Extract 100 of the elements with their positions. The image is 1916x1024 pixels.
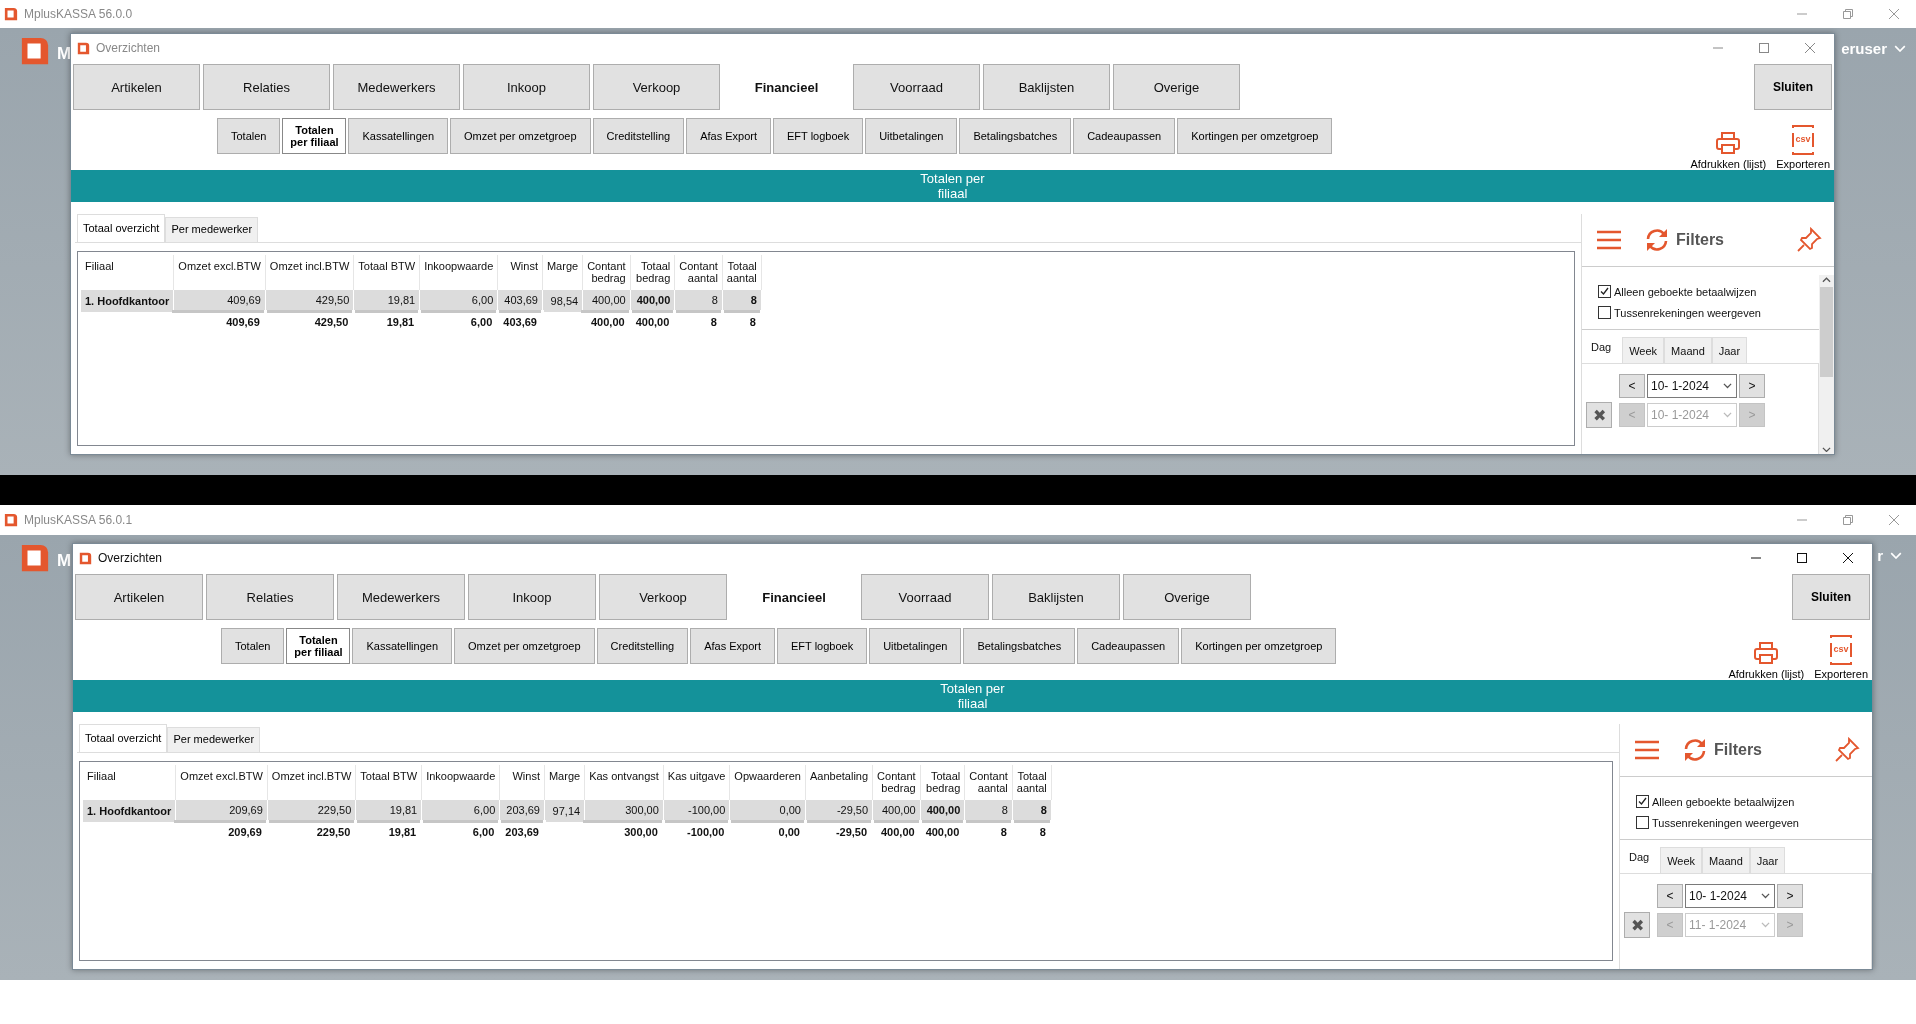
main-tab[interactable]: Inkoop bbox=[463, 64, 590, 110]
sub-tab[interactable]: Totalen per filiaal bbox=[282, 118, 347, 154]
table-cell: 97,14 bbox=[544, 800, 585, 822]
sub-tab[interactable]: Afas Export bbox=[690, 628, 775, 664]
previous-button[interactable]: < bbox=[1619, 374, 1645, 398]
main-tab[interactable]: Artikelen bbox=[73, 64, 200, 110]
table-cell: 6,00 bbox=[419, 290, 498, 312]
sub-tab[interactable]: Uitbetalingen bbox=[869, 628, 962, 664]
pin-icon[interactable] bbox=[1796, 227, 1822, 253]
sub-tab[interactable]: Totalen bbox=[217, 118, 281, 154]
restore-icon[interactable] bbox=[1842, 8, 1854, 20]
main-tab[interactable]: Artikelen bbox=[75, 574, 203, 620]
main-tab[interactable]: Overige bbox=[1123, 574, 1251, 620]
app-title: MplusKASSA 56.0.0 bbox=[24, 7, 133, 21]
main-tab[interactable]: Medewerkers bbox=[337, 574, 465, 620]
pin-icon[interactable] bbox=[1834, 737, 1860, 763]
sub-tab[interactable]: EFT logboek bbox=[773, 118, 864, 154]
sub-tab[interactable]: Kortingen per omzetgroep bbox=[1181, 628, 1337, 664]
sub-tab[interactable]: Kortingen per omzetgroep bbox=[1177, 118, 1333, 154]
sub-tab[interactable]: EFT logboek bbox=[777, 628, 868, 664]
export-button[interactable]: csv Exporteren bbox=[1776, 125, 1830, 170]
close-button[interactable]: Sluiten bbox=[1754, 64, 1832, 110]
sub-tab[interactable]: Kassatellingen bbox=[348, 118, 449, 154]
date-field[interactable]: 10- 1-2024 bbox=[1647, 374, 1737, 398]
table-cell: 429,50 bbox=[265, 290, 354, 312]
view-tab[interactable]: Per medewerker bbox=[167, 727, 261, 752]
scroll-up-icon[interactable] bbox=[1822, 277, 1831, 283]
checkbox[interactable] bbox=[1636, 816, 1649, 829]
main-tab[interactable]: Overige bbox=[1113, 64, 1240, 110]
table-row[interactable]: 1. Hoofdkantoor 409,69 429,50 19,81 6,00 403,69 98,54 400,00 400,00 8 8 bbox=[81, 290, 762, 312]
checkbox-option[interactable]: Tussenrekeningen weergeven bbox=[1636, 816, 1856, 829]
app-title: MplusKASSA 56.0.1 bbox=[24, 513, 133, 527]
menu-icon[interactable] bbox=[1634, 740, 1660, 760]
period-tab[interactable]: Week bbox=[1622, 337, 1665, 363]
main-tab[interactable]: Inkoop bbox=[468, 574, 596, 620]
sub-tab[interactable]: Creditstelling bbox=[592, 118, 685, 154]
main-tab[interactable]: Medewerkers bbox=[333, 64, 460, 110]
app-name: M bbox=[57, 44, 72, 64]
main-tab[interactable]: Relaties bbox=[203, 64, 330, 110]
window-title: Overzichten bbox=[96, 41, 161, 55]
sub-tab[interactable]: Totalen per filiaal bbox=[286, 628, 351, 664]
app-icon bbox=[79, 551, 92, 565]
close-button[interactable]: Sluiten bbox=[1792, 574, 1870, 620]
printer-icon bbox=[1753, 641, 1780, 665]
table-cell: 409,69 bbox=[173, 290, 266, 312]
scrollbar[interactable] bbox=[1819, 275, 1834, 454]
sub-tab[interactable]: Afas Export bbox=[686, 118, 771, 154]
main-tab[interactable]: Baklijsten bbox=[983, 64, 1110, 110]
sub-tab[interactable]: Betalingsbatches bbox=[963, 628, 1076, 664]
maximize-icon[interactable] bbox=[1796, 552, 1808, 564]
sub-tab[interactable]: Omzet per omzetgroep bbox=[450, 118, 591, 154]
menu-icon[interactable] bbox=[1596, 230, 1622, 250]
sub-tab[interactable]: Uitbetalingen bbox=[865, 118, 958, 154]
view-tab[interactable]: Totaal overzicht bbox=[79, 724, 168, 752]
date-field[interactable]: 10- 1-2024 bbox=[1685, 884, 1775, 908]
scroll-down-icon[interactable] bbox=[1822, 446, 1831, 452]
main-tab[interactable]: Voorraad bbox=[861, 574, 989, 620]
previous-button[interactable]: < bbox=[1657, 884, 1683, 908]
main-tab[interactable]: Verkoop bbox=[593, 64, 720, 110]
clear-button[interactable]: ✖ bbox=[1624, 912, 1650, 938]
restore-icon[interactable] bbox=[1842, 514, 1854, 526]
print-button[interactable]: Afdrukken (lijst) bbox=[1690, 131, 1767, 170]
period-tab[interactable]: Week bbox=[1660, 847, 1703, 873]
main-tab[interactable]: Voorraad bbox=[853, 64, 980, 110]
print-button[interactable]: Afdrukken (lijst) bbox=[1728, 641, 1805, 680]
main-tab[interactable]: Verkoop bbox=[599, 574, 727, 620]
checkbox-option[interactable]: Alleen geboekte betaalwijzen bbox=[1636, 795, 1856, 808]
export-button[interactable]: csv Exporteren bbox=[1814, 635, 1868, 680]
next-button[interactable]: > bbox=[1739, 374, 1765, 398]
checkbox[interactable] bbox=[1598, 285, 1611, 298]
checkbox[interactable] bbox=[1598, 306, 1611, 319]
refresh-icon[interactable] bbox=[1644, 227, 1670, 253]
checkbox-option[interactable]: Alleen geboekte betaalwijzen bbox=[1598, 285, 1803, 298]
sub-tab[interactable]: Kassatellingen bbox=[352, 628, 453, 664]
table-cell: 8 bbox=[964, 800, 1013, 822]
next-button[interactable]: > bbox=[1777, 884, 1803, 908]
period-tab[interactable]: Maand bbox=[1664, 337, 1712, 363]
main-tab[interactable]: Relaties bbox=[206, 574, 334, 620]
sub-tab[interactable]: Cadeaupassen bbox=[1073, 118, 1176, 154]
clear-button[interactable]: ✖ bbox=[1586, 402, 1612, 428]
checkbox[interactable] bbox=[1636, 795, 1649, 808]
sub-tab[interactable]: Creditstelling bbox=[596, 628, 689, 664]
table-row[interactable]: 1. Hoofdkantoor 209,69 229,50 19,81 6,00 203,69 97,14 300,00 -100,00 0,00 -29,50 400,00 400,00 8 8 bbox=[83, 800, 1052, 822]
view-tab[interactable]: Per medewerker bbox=[165, 217, 259, 242]
table-cell: 403,69 bbox=[497, 290, 543, 312]
period-tab[interactable]: Jaar bbox=[1711, 337, 1748, 363]
checkbox-option[interactable]: Tussenrekeningen weergeven bbox=[1598, 306, 1803, 319]
period-tab[interactable]: Maand bbox=[1702, 847, 1750, 873]
sub-tab[interactable]: Cadeaupassen bbox=[1077, 628, 1180, 664]
sub-tab[interactable]: Totalen bbox=[221, 628, 285, 664]
main-tab[interactable]: Baklijsten bbox=[992, 574, 1120, 620]
view-tab[interactable]: Totaal overzicht bbox=[77, 214, 166, 242]
filter-title: Filters bbox=[1676, 231, 1724, 249]
app-name: M bbox=[57, 551, 72, 571]
close-icon[interactable] bbox=[1842, 552, 1854, 564]
sub-tab[interactable]: Betalingsbatches bbox=[959, 118, 1072, 154]
sub-tab[interactable]: Omzet per omzetgroep bbox=[454, 628, 595, 664]
period-tab[interactable]: Jaar bbox=[1749, 847, 1786, 873]
refresh-icon[interactable] bbox=[1682, 737, 1708, 763]
table-cell: 0,00 bbox=[729, 800, 806, 822]
